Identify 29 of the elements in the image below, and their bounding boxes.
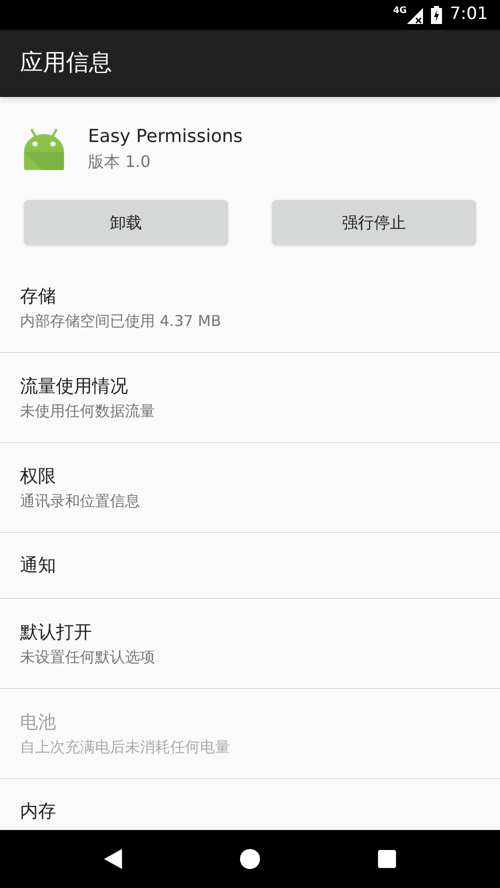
item-subtitle: 通讯录和位置信息 bbox=[20, 490, 141, 512]
network-label: 4G bbox=[393, 7, 407, 16]
item-title: 权限 bbox=[20, 464, 57, 489]
signal-icon bbox=[406, 6, 423, 24]
item-subtitle: 自上次充满电后未消耗任何电量 bbox=[20, 736, 231, 758]
android-icon bbox=[24, 128, 64, 170]
item-subtitle: 未设置任何默认选项 bbox=[20, 646, 156, 668]
settings-item[interactable]: 默认打开 未设置任何默认选项 bbox=[0, 599, 500, 689]
settings-item[interactable]: 存储 内部存储空间已使用 4.37 MB bbox=[0, 263, 500, 353]
item-title: 电池 bbox=[20, 710, 57, 735]
app-version: 版本 1.0 bbox=[88, 151, 152, 173]
item-title: 内存 bbox=[20, 800, 57, 824]
item-subtitle: 未使用任何数据流量 bbox=[20, 400, 156, 422]
item-title: 流量使用情况 bbox=[20, 374, 129, 399]
clock: 7:01 bbox=[450, 3, 488, 26]
action-button[interactable]: 强行停止 bbox=[272, 200, 476, 245]
action-button[interactable]: 卸载 bbox=[24, 200, 228, 245]
toolbar-title: 应用信息 bbox=[20, 49, 112, 78]
settings-item[interactable]: 通知 bbox=[0, 533, 500, 599]
battery-icon bbox=[430, 6, 442, 24]
settings-item[interactable]: 权限 通讯录和位置信息 bbox=[0, 443, 500, 533]
settings-item[interactable]: 流量使用情况 未使用任何数据流量 bbox=[0, 353, 500, 443]
item-title: 通知 bbox=[20, 554, 57, 578]
back-icon[interactable] bbox=[104, 849, 122, 869]
item-subtitle: 内部存储空间已使用 4.37 MB bbox=[20, 310, 222, 332]
item-title: 存储 bbox=[20, 284, 57, 309]
item-title: 默认打开 bbox=[20, 620, 93, 645]
home-icon[interactable] bbox=[240, 849, 260, 869]
app-name: Easy Permissions bbox=[88, 125, 243, 149]
